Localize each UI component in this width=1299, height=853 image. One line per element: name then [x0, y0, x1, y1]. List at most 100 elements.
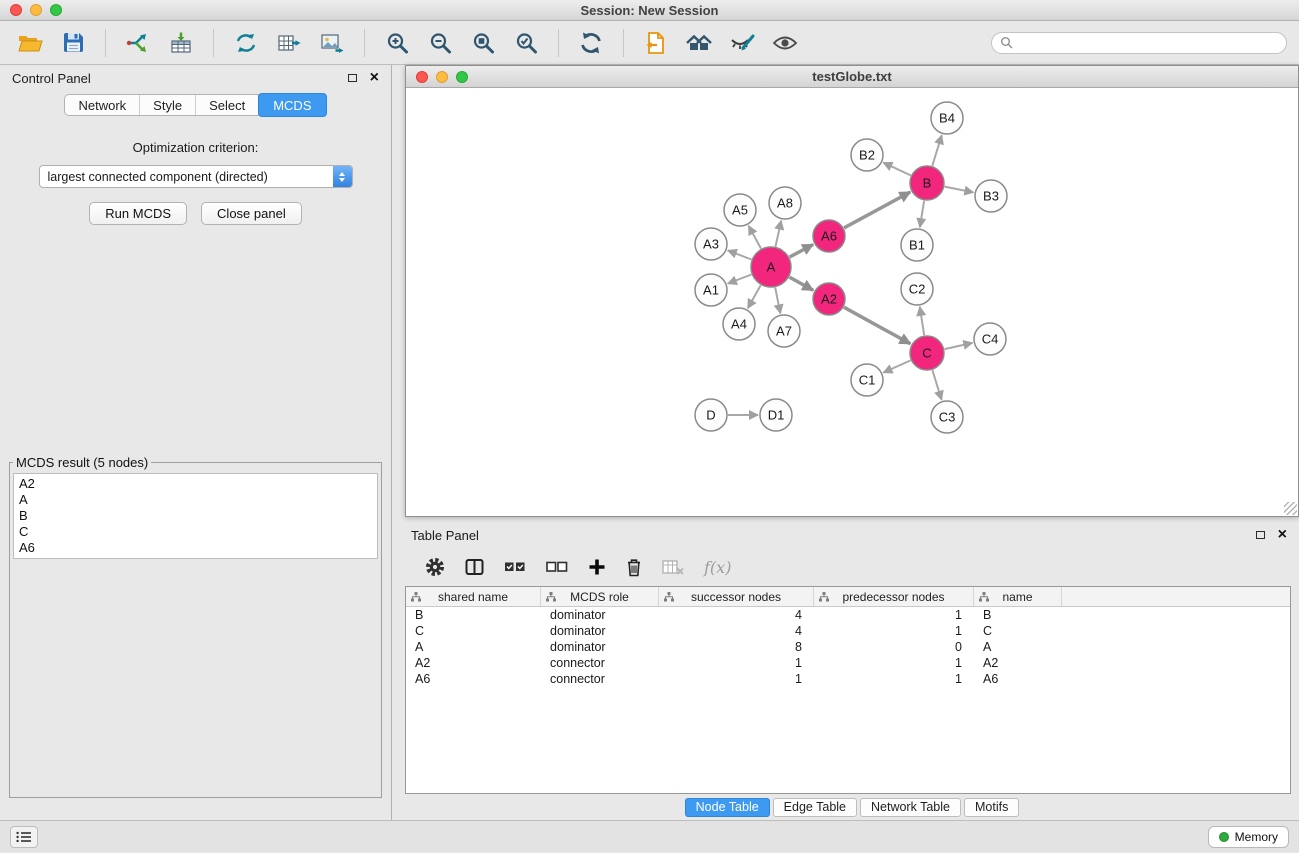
tab-mcds[interactable]: MCDS [258, 93, 326, 117]
close-panel-button[interactable]: Close panel [201, 202, 302, 225]
edge-A-A1[interactable] [728, 275, 752, 284]
table-row[interactable]: A2connector11A2 [406, 655, 1290, 671]
network-table-icon [277, 32, 301, 54]
delete-table-icon [662, 559, 684, 575]
tab-node-table[interactable]: Node Table [685, 798, 770, 817]
tab-network-table[interactable]: Network Table [860, 798, 961, 817]
export-network-button[interactable] [638, 26, 674, 60]
minimize-window-button[interactable] [30, 4, 42, 16]
search-box[interactable] [991, 32, 1287, 54]
tab-select[interactable]: Select [196, 95, 259, 115]
close-table-panel-icon[interactable]: × [1278, 527, 1287, 543]
edge-B-B3[interactable] [945, 187, 974, 193]
delete-row-button[interactable] [626, 558, 642, 577]
mcds-result-item[interactable]: B [19, 508, 372, 524]
tab-motifs[interactable]: Motifs [964, 798, 1019, 817]
zoom-window-button[interactable] [50, 4, 62, 16]
close-network-window-button[interactable] [416, 71, 428, 83]
mcds-result-item[interactable]: A [19, 492, 372, 508]
float-panel-icon[interactable] [348, 74, 357, 82]
tab-edge-table[interactable]: Edge Table [773, 798, 857, 817]
zoom-out-button[interactable] [422, 26, 458, 60]
new-network-from-table-button[interactable] [271, 26, 307, 60]
table-cell: A2 [406, 656, 541, 670]
close-window-button[interactable] [10, 4, 22, 16]
delete-table-button[interactable] [662, 559, 684, 575]
table-cell: A6 [406, 672, 541, 686]
zoom-in-button[interactable] [379, 26, 415, 60]
eye-brush-icon [729, 32, 755, 54]
column-header-successor-nodes[interactable]: successor nodes [659, 587, 814, 606]
network-window-titlebar[interactable]: testGlobe.txt [406, 66, 1298, 88]
edge-A6-B[interactable] [844, 192, 910, 228]
image-icon [320, 32, 344, 54]
column-header-name[interactable]: name [974, 587, 1062, 606]
network-canvas[interactable]: AA6A2BCA5A8A3A1A4A7B2B4B3B1C2C4C1C3DD1 [406, 88, 1298, 516]
select-all-button[interactable] [504, 560, 526, 574]
table-body[interactable]: Bdominator41BCdominator41CAdominator80AA… [406, 607, 1290, 793]
table-row[interactable]: A6connector11A6 [406, 671, 1290, 687]
edge-A-A3[interactable] [728, 250, 752, 259]
edge-C-C3[interactable] [932, 370, 941, 400]
table-row[interactable]: Cdominator41C [406, 623, 1290, 639]
search-input[interactable] [1018, 35, 1278, 51]
dropdown-stepper-icon[interactable] [333, 165, 352, 188]
import-table-from-file-button[interactable] [163, 26, 199, 60]
home-button[interactable] [681, 26, 717, 60]
run-mcds-button[interactable]: Run MCDS [89, 202, 187, 225]
edge-A-A5[interactable] [749, 226, 761, 249]
mcds-result-list[interactable]: A2ABCA6 [13, 473, 378, 559]
panel-list-button[interactable] [10, 826, 38, 848]
edge-A-A8[interactable] [776, 221, 782, 247]
edge-C-C2[interactable] [920, 307, 924, 335]
tab-style[interactable]: Style [140, 95, 196, 115]
apply-function-button[interactable]: f(x) [704, 558, 731, 577]
zoom-selected-button[interactable] [508, 26, 544, 60]
show-hide-panel-button[interactable] [767, 26, 803, 60]
edge-A-A2[interactable] [789, 277, 813, 290]
float-table-panel-icon[interactable] [1256, 531, 1265, 539]
edge-C-C1[interactable] [883, 360, 910, 372]
zoom-network-window-button[interactable] [456, 71, 468, 83]
deselect-all-button[interactable] [546, 560, 568, 574]
node-label-A1: A1 [703, 283, 719, 298]
table-settings-button[interactable] [425, 557, 445, 577]
table-cell: 1 [659, 656, 814, 670]
mcds-result-item[interactable]: A2 [19, 476, 372, 492]
graphics-details-button[interactable] [724, 26, 760, 60]
table-row[interactable]: Bdominator41B [406, 607, 1290, 623]
export-image-button[interactable] [314, 26, 350, 60]
edge-B-B1[interactable] [920, 201, 924, 227]
import-network-from-file-button[interactable] [120, 26, 156, 60]
node-label-A4: A4 [731, 317, 747, 332]
table-row[interactable]: Adominator80A [406, 639, 1290, 655]
mcds-result-item[interactable]: A6 [19, 540, 372, 556]
main-toolbar [0, 21, 1299, 65]
column-header-shared-name[interactable]: shared name [406, 587, 541, 606]
window-resize-grip[interactable] [1284, 502, 1297, 515]
zoom-fit-button[interactable] [465, 26, 501, 60]
minimize-network-window-button[interactable] [436, 71, 448, 83]
tab-network[interactable]: Network [65, 95, 140, 115]
edge-A-A7[interactable] [775, 288, 780, 314]
column-header-predecessor-nodes[interactable]: predecessor nodes [814, 587, 974, 606]
mcds-result-item[interactable]: C [19, 524, 372, 540]
show-columns-button[interactable] [465, 558, 484, 576]
memory-button[interactable]: Memory [1208, 826, 1289, 848]
new-network-button[interactable] [228, 26, 264, 60]
open-session-button[interactable] [12, 26, 48, 60]
add-row-button[interactable] [588, 558, 606, 576]
edge-C-C4[interactable] [945, 343, 973, 349]
column-header-MCDS-role[interactable]: MCDS role [541, 587, 659, 606]
edge-A2-C[interactable] [844, 307, 911, 344]
edge-A-A4[interactable] [748, 285, 761, 308]
node-label-B3: B3 [983, 189, 999, 204]
edge-B-B4[interactable] [932, 135, 941, 166]
close-panel-icon[interactable]: × [370, 70, 379, 86]
refresh-view-button[interactable] [573, 26, 609, 60]
edge-B-B2[interactable] [883, 163, 910, 176]
save-session-button[interactable] [55, 26, 91, 60]
network-graph[interactable]: AA6A2BCA5A8A3A1A4A7B2B4B3B1C2C4C1C3DD1 [406, 88, 1298, 516]
edge-A-A6[interactable] [790, 245, 814, 258]
optimization-criterion-dropdown[interactable]: largest connected component (directed) [39, 165, 353, 188]
